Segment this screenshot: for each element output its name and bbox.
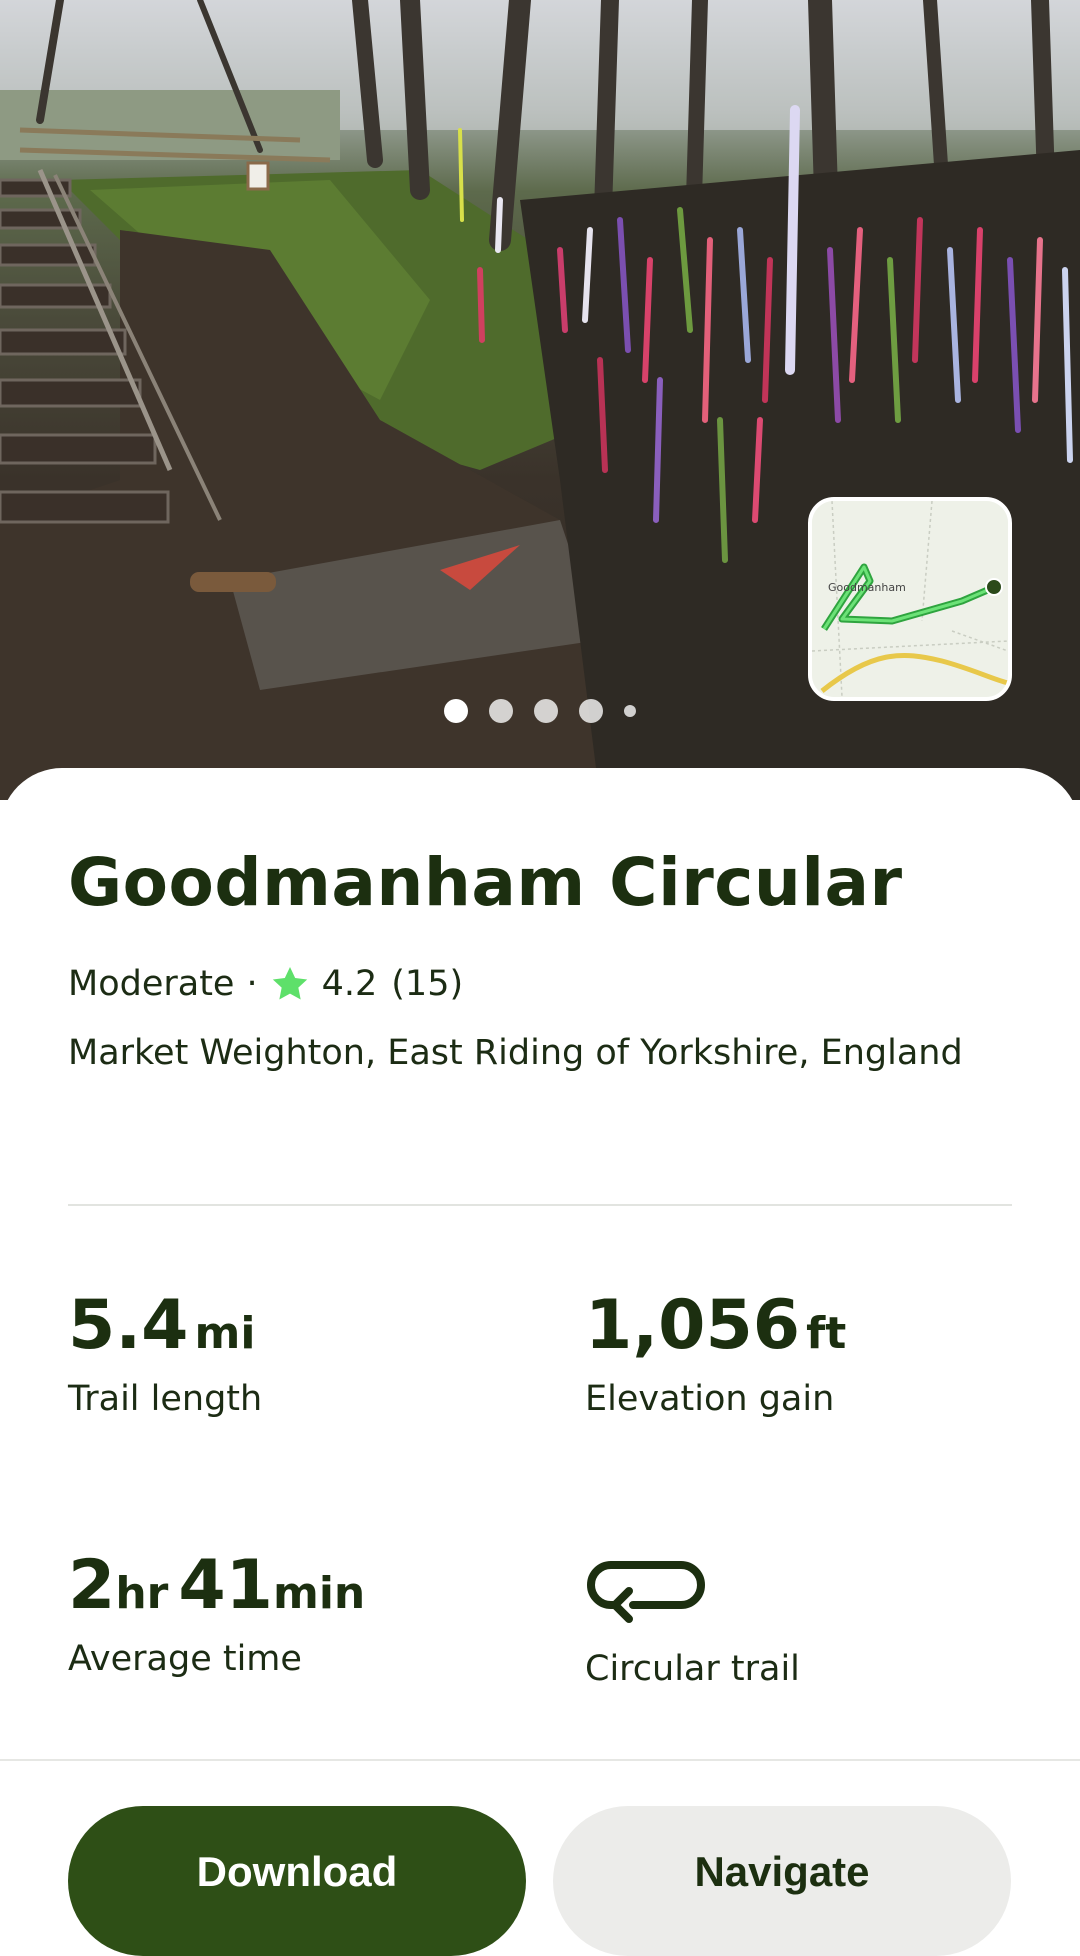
loop-arrow-icon	[587, 1561, 705, 1623]
review-count[interactable]: (15)	[391, 964, 463, 1004]
trail-photo[interactable]: Goodmanham	[0, 0, 1080, 800]
elevation-number: 1,056	[585, 1286, 801, 1365]
trail-location: Market Weighton, East Riding of Yorkshir…	[68, 1033, 963, 1073]
trail-details-sheet: Goodmanham Circular Moderate · 4.2 (15) …	[0, 768, 1080, 1956]
time-value: 2 hr 41 min	[68, 1546, 365, 1625]
stat-trail-length: 5.4 mi Trail length	[68, 1286, 262, 1419]
rating-value: 4.2	[321, 964, 378, 1004]
trail-meta: Moderate · 4.2 (15)	[68, 964, 463, 1004]
stat-average-time: 2 hr 41 min Average time	[68, 1546, 365, 1679]
image-carousel-indicator[interactable]	[0, 699, 1080, 723]
navigate-button[interactable]: Navigate	[553, 1806, 1011, 1956]
carousel-dot-more[interactable]	[624, 705, 636, 717]
star-icon	[272, 967, 307, 1000]
carousel-dot[interactable]	[534, 699, 558, 723]
elevation-value: 1,056 ft	[585, 1286, 846, 1365]
length-unit: mi	[194, 1308, 256, 1359]
elevation-label: Elevation gain	[585, 1379, 835, 1419]
length-number: 5.4	[68, 1286, 189, 1365]
route-map-icon: Goodmanham	[812, 501, 1008, 697]
route-type-label: Circular trail	[585, 1649, 800, 1689]
time-hours-unit: hr	[115, 1568, 169, 1619]
average-time-label: Average time	[68, 1639, 302, 1679]
meta-separator: ·	[246, 964, 258, 1004]
map-place-label: Goodmanham	[828, 581, 906, 594]
time-hours: 2	[68, 1546, 116, 1625]
carousel-dot[interactable]	[489, 699, 513, 723]
carousel-dot-active[interactable]	[444, 699, 468, 723]
time-minutes: 41	[178, 1546, 273, 1625]
section-divider	[68, 1204, 1012, 1206]
trail-length-value: 5.4 mi	[68, 1286, 262, 1365]
stat-elevation-gain: 1,056 ft Elevation gain	[585, 1286, 846, 1419]
difficulty-label: Moderate	[68, 964, 235, 1004]
download-button[interactable]: Download	[68, 1806, 526, 1956]
carousel-dot[interactable]	[579, 699, 603, 723]
elevation-unit: ft	[806, 1308, 847, 1359]
time-minutes-unit: min	[273, 1568, 366, 1619]
trail-title: Goodmanham Circular	[68, 844, 903, 921]
stat-route-type: Circular trail	[585, 1551, 800, 1689]
trail-length-label: Trail length	[68, 1379, 263, 1419]
route-map-thumbnail[interactable]: Goodmanham	[808, 497, 1012, 701]
actions-divider	[0, 1759, 1080, 1761]
